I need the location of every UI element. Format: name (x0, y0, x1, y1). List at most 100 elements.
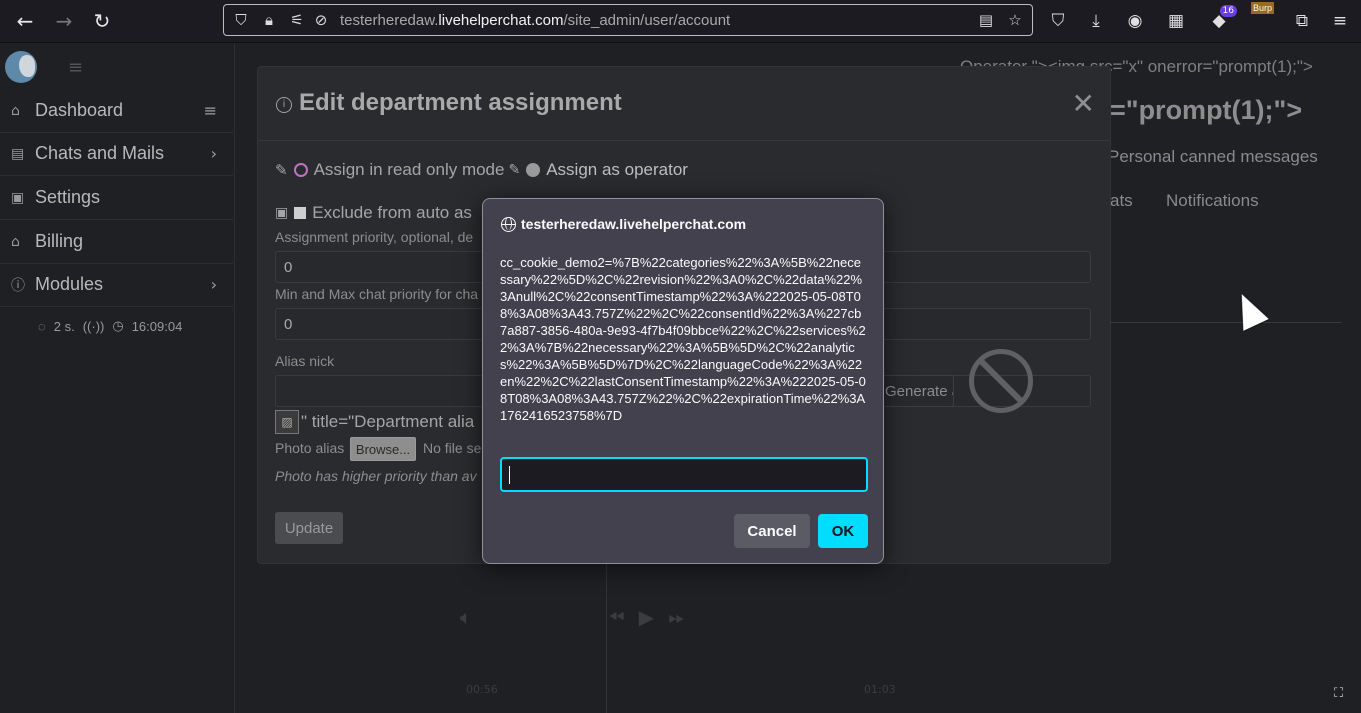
history-icon: ◷ (112, 318, 124, 333)
url-domain: livehelperchat.com (438, 12, 564, 29)
divider (1108, 322, 1341, 323)
lock-icon[interactable]: 🔒︎ (260, 11, 278, 29)
photo-hint: Photo has higher priority than av (275, 468, 477, 484)
operator-radio[interactable] (526, 163, 541, 177)
chevron-right-icon: › (210, 144, 217, 163)
play-icon[interactable]: ▶ (639, 605, 654, 629)
sidebar-item-label: Billing (35, 231, 84, 251)
reload-icon[interactable]: ↻ (90, 9, 114, 33)
alias-title-text: " title="Department alia (301, 412, 475, 431)
exclude-checkbox[interactable] (294, 207, 307, 219)
forward-arrow-icon[interactable]: → (52, 9, 76, 33)
tracking-blocked-icon[interactable]: ⊘ (312, 11, 330, 29)
sidebar-item-modules[interactable]: ⓘ Modules › (0, 263, 233, 307)
logo[interactable] (5, 51, 37, 83)
assign-mode-row: ✎ Assign in read only mode ✎ Assign as o… (275, 160, 688, 180)
sidebar-item-label: Modules (35, 274, 104, 294)
volume-icon[interactable]: 🔈︎ (460, 605, 472, 629)
permissions-icon[interactable]: ⚟ (288, 11, 306, 29)
media-player: 🔈︎ ⏪︎ ▶ ⏩︎ 00:56 01:03 (460, 605, 896, 696)
info-icon: i (276, 97, 292, 113)
prompt-dialog: testerheredaw.livehelperchat.com cc_cook… (482, 198, 884, 564)
back-arrow-icon[interactable]: ← (13, 9, 37, 33)
operator-radio-label: Assign as operator (546, 160, 688, 179)
minmax-label: Min and Max chat priority for cha (275, 286, 479, 302)
sidebar-item-label: Chats and Mails (35, 143, 165, 163)
generate-button[interactable]: Generate a (878, 375, 954, 407)
url-path: /site_admin/user/account (563, 12, 731, 29)
no-edit-icon: ✎ (275, 161, 288, 179)
tab-notifications[interactable]: Notifications (1166, 191, 1259, 211)
chevron-right-icon: › (210, 275, 217, 294)
divider (606, 563, 607, 713)
antenna-icon: ((·)) (82, 318, 105, 334)
extension-badge-icon[interactable]: ◆ 16 (1207, 5, 1237, 33)
spinner-icon: ◌ (38, 318, 46, 334)
priority-label: Assignment priority, optional, de (275, 229, 474, 245)
reader-view-icon[interactable]: ▤ (977, 11, 995, 29)
ok-button[interactable]: OK (818, 514, 868, 548)
list-icon[interactable]: ≡ (204, 101, 217, 120)
sidebar: ≡ ⌂ Dashboard ≡ ▤ Chats and Mails › ▣ Se… (0, 43, 235, 713)
sidebar-item-label: Settings (35, 187, 101, 207)
status-line: ◌ 2 s. ((·)) ◷ 16:09:04 (38, 318, 182, 334)
sidebar-item-chats[interactable]: ▤ Chats and Mails › (0, 132, 233, 176)
home-icon: ⌂ (11, 102, 20, 119)
chat-icon: ▤ (11, 145, 25, 162)
divider (258, 140, 1110, 141)
sidebar-item-billing[interactable]: ⌂ Billing (0, 220, 233, 264)
bank-icon: ⌂ (11, 233, 20, 250)
globe-icon (501, 217, 516, 232)
text-caret (509, 466, 510, 484)
extensions-puzzle-icon[interactable]: ⧉ (1290, 9, 1314, 33)
player-time-end: 01:03 (864, 683, 896, 696)
page-heading: ="prompt(1);"> (1110, 95, 1303, 125)
pencil-icon: ✎ (508, 162, 521, 178)
rewind-icon[interactable]: ⏪︎ (608, 605, 624, 629)
sync-interval: 2 s. (53, 318, 75, 334)
url-subdomain: testerheredaw. (340, 12, 439, 29)
no-photo-icon (969, 349, 1033, 413)
sidebar-item-label: Dashboard (35, 100, 124, 120)
extension-badge-count: 16 (1219, 5, 1237, 17)
sync-time: 16:09:04 (131, 318, 183, 334)
contact-card-icon: ▣ (275, 205, 289, 221)
player-time-start: 00:56 (466, 683, 498, 696)
burp-extension-label[interactable]: Burp (1251, 2, 1275, 14)
alias-label: Alias nick (275, 353, 335, 369)
dialog-message: cc_cookie_demo2=%7B%22categories%22%3A%5… (500, 255, 866, 423)
info-icon: ⓘ (11, 277, 25, 294)
photo-alias-label: Photo alias (275, 440, 345, 456)
screenshot-icon[interactable]: ⛶ (1334, 686, 1350, 702)
dialog-origin: testerheredaw.livehelperchat.com (521, 216, 747, 232)
download-icon[interactable]: ⤓ (1084, 9, 1108, 33)
close-icon[interactable]: ✕ (1072, 87, 1095, 120)
modal-title: Edit department assignment (299, 89, 622, 116)
pocket-icon[interactable]: ⛉ (1046, 9, 1070, 33)
browser-toolbar: ← → ↻ ⛉ 🔒︎ ⚟ ⊘ testerheredaw.livehelperc… (0, 0, 1361, 43)
sidebar-item-dashboard[interactable]: ⌂ Dashboard ≡ (0, 89, 233, 133)
extension-grid-icon[interactable]: ▦ (1164, 9, 1188, 33)
gear-icon: ▣ (11, 189, 25, 206)
url-bar[interactable]: ⛉ 🔒︎ ⚟ ⊘ testerheredaw.livehelperchat.co… (223, 4, 1033, 36)
cancel-button[interactable]: Cancel (734, 514, 810, 548)
fast-forward-icon[interactable]: ⏩︎ (668, 605, 684, 629)
url-text[interactable]: testerheredaw.livehelperchat.com/site_ad… (340, 12, 730, 29)
menu-icon[interactable]: ≡ (1328, 9, 1352, 33)
readonly-radio[interactable] (293, 163, 308, 177)
account-icon[interactable]: ◉ (1123, 9, 1147, 33)
no-file-label: No file sel (423, 440, 485, 456)
exclude-row: ▣ Exclude from auto as (275, 203, 472, 223)
exclude-label: Exclude from auto as (312, 203, 472, 222)
tab-chats[interactable]: ats (1110, 191, 1133, 211)
shield-icon[interactable]: ⛉ (232, 11, 250, 29)
update-button[interactable]: Update (275, 512, 343, 544)
hamburger-icon[interactable]: ≡ (68, 57, 83, 78)
bookmark-star-icon[interactable]: ☆ (1006, 11, 1024, 29)
sidebar-item-settings[interactable]: ▣ Settings (0, 176, 233, 220)
prompt-input[interactable] (500, 457, 868, 492)
readonly-radio-label: Assign in read only mode (313, 160, 505, 179)
broken-image-icon: ▨ (275, 410, 299, 434)
browse-button[interactable]: Browse... (350, 437, 416, 461)
tab-canned-messages[interactable]: Personal canned messages (1108, 147, 1318, 167)
